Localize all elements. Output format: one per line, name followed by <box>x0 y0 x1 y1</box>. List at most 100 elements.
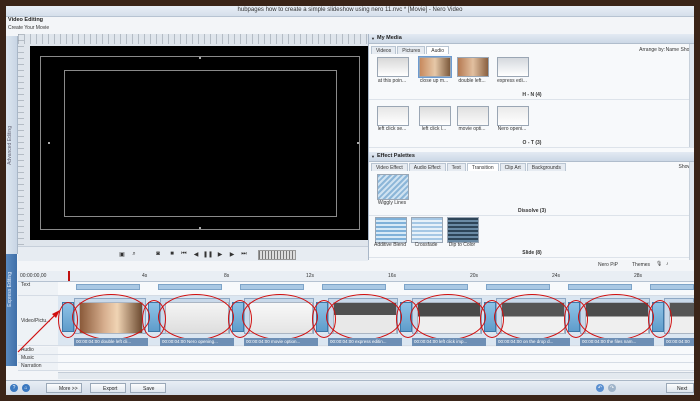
play-icon[interactable]: ▶ <box>216 250 224 258</box>
clip-label[interactable]: 00:00:04:00 double left cli... <box>74 338 148 346</box>
arrange-by-label: Arrange by: <box>639 47 665 53</box>
timeline-ruler[interactable]: 00:00:00,00 4s 8s 12s 16s 20s 24s 28s <box>18 271 694 282</box>
tab-audio-effect[interactable]: Audio Effect <box>408 163 446 171</box>
preview-screen[interactable] <box>30 46 370 240</box>
timecode: 00:00:00,00 <box>20 273 47 279</box>
audio-track[interactable] <box>58 347 694 355</box>
undo-icon[interactable]: ↶ <box>596 384 604 392</box>
save-button[interactable]: Save <box>130 383 166 393</box>
tab-clip-art[interactable]: Clip Art <box>499 163 526 171</box>
clip-label[interactable]: 00:00:04:00 Nero opening... <box>160 338 234 346</box>
right-panel: ▼ My Media Videos Pictures Audio Arrange… <box>368 34 694 260</box>
thumb-caption: left click se... <box>377 126 407 132</box>
nero-pip-button[interactable]: Nero PiP <box>598 262 618 268</box>
group-header[interactable]: Slide (8) <box>369 250 694 258</box>
prev-frame-icon[interactable]: ⏮ <box>180 250 188 258</box>
volume-icon[interactable]: ♪ <box>666 261 669 267</box>
export-button[interactable]: Export <box>90 383 126 393</box>
my-media-header[interactable]: ▼ My Media <box>369 34 694 44</box>
media-thumbnail[interactable] <box>457 106 489 126</box>
text-clip[interactable] <box>158 284 222 290</box>
advanced-editing-tab[interactable]: Advanced Editing <box>6 36 18 254</box>
home-icon[interactable]: ⌂ <box>22 384 30 392</box>
forward-icon[interactable]: ▶ <box>228 250 236 258</box>
more-button[interactable]: More >> <box>46 383 82 393</box>
tab-text[interactable]: Text <box>446 163 466 171</box>
media-scrollbar[interactable] <box>689 44 694 147</box>
media-tabs: Videos Pictures Audio <box>371 46 450 54</box>
resize-handle[interactable] <box>199 57 201 59</box>
tab-transition[interactable]: Transition <box>466 163 499 171</box>
effects-scrollbar[interactable] <box>689 162 694 260</box>
text-clip[interactable] <box>568 284 632 290</box>
tab-videos[interactable]: Videos <box>371 46 397 54</box>
effect-palettes-header[interactable]: ▼ Effect Palettes <box>369 152 694 162</box>
clip-label[interactable]: 00:00:04:00 <box>664 338 694 346</box>
text-clip[interactable] <box>486 284 550 290</box>
redo-icon[interactable]: ↷ <box>608 384 616 392</box>
jog-shuttle[interactable] <box>258 250 296 260</box>
collapse-icon[interactable]: ▼ <box>371 154 375 159</box>
narration-track[interactable] <box>58 363 694 371</box>
media-thumbnail[interactable] <box>457 57 489 77</box>
window-title: hubpages how to create a simple slidesho… <box>237 7 463 13</box>
next-button[interactable]: Next <box>666 383 694 393</box>
ruler-label: 24s <box>552 273 561 279</box>
music-track[interactable] <box>58 355 694 363</box>
group-header[interactable]: Dissolve (3) <box>369 208 694 216</box>
playhead-marker[interactable] <box>68 271 70 281</box>
clip-label[interactable]: 00:00:04:00 express editin... <box>328 338 402 346</box>
media-thumbnail[interactable] <box>497 106 529 126</box>
clip-label[interactable]: 00:00:04:00 left click imp... <box>412 338 486 346</box>
microphone-icon[interactable]: 🎙 <box>656 261 662 267</box>
menu-video-editing[interactable]: Video Editing <box>6 17 208 25</box>
pause-icon[interactable]: ❚❚ <box>203 250 213 258</box>
text-clip[interactable] <box>404 284 468 290</box>
transition-thumbnail[interactable] <box>411 217 443 243</box>
sub-toolbar: Nero PiP Themes 🎙 ♪ <box>566 261 694 270</box>
clip-label[interactable]: 00:00:04:00 on the drop d... <box>496 338 570 346</box>
media-thumbnail[interactable] <box>377 57 409 77</box>
zoom-icon[interactable]: ⌕ <box>130 250 138 258</box>
text-clip[interactable] <box>76 284 140 290</box>
arrange-by-select[interactable]: Name <box>666 47 679 53</box>
resize-handle[interactable] <box>199 227 201 229</box>
clip-label[interactable]: 00:00:04:00 movie option... <box>244 338 318 346</box>
resize-handle[interactable] <box>48 142 50 144</box>
text-clip[interactable] <box>650 284 694 290</box>
thumb-caption: express edi... <box>497 78 527 84</box>
text-clip[interactable] <box>322 284 386 290</box>
track-label-music: Music <box>18 355 58 363</box>
group-header[interactable]: O - T (3) <box>369 140 694 148</box>
track-label-text: Text <box>18 282 58 296</box>
media-thumbnail[interactable] <box>419 106 451 126</box>
rewind-icon[interactable]: ◀ <box>192 250 200 258</box>
resize-handle[interactable] <box>357 142 359 144</box>
media-thumbnail[interactable] <box>497 57 529 77</box>
timeline-scrollbar[interactable] <box>58 372 694 379</box>
thumb-caption: Nero openi... <box>497 126 527 132</box>
thumb-caption: double left... <box>458 78 486 84</box>
snapshot-icon[interactable]: ◙ <box>154 250 162 258</box>
group-header[interactable]: H - N (4) <box>369 92 694 100</box>
stop-icon[interactable]: ■ <box>168 250 176 258</box>
tab-backgrounds[interactable]: Backgrounds <box>526 163 566 171</box>
tab-audio[interactable]: Audio <box>426 46 450 54</box>
transition-thumbnail[interactable] <box>447 217 479 243</box>
text-track[interactable] <box>58 282 694 296</box>
text-clip[interactable] <box>240 284 304 290</box>
next-frame-icon[interactable]: ⏭ <box>240 250 248 258</box>
collapse-icon[interactable]: ▼ <box>371 36 375 41</box>
tab-pictures[interactable]: Pictures <box>397 46 426 54</box>
transition-thumbnail[interactable] <box>377 174 409 200</box>
help-icon[interactable]: ? <box>10 384 18 392</box>
monitor-icon[interactable]: ▣ <box>118 250 126 258</box>
transition-thumbnail[interactable] <box>375 217 407 243</box>
media-thumbnail[interactable] <box>418 56 452 78</box>
themes-button[interactable]: Themes <box>632 262 650 268</box>
effect-caption: Wiggly Lines <box>377 200 407 206</box>
clip-label[interactable]: 00:00:04:00 the files nam... <box>580 338 654 346</box>
tab-video-effect[interactable]: Video Effect <box>371 163 408 171</box>
media-thumbnail[interactable] <box>377 106 409 126</box>
ruler-label: 28s <box>634 273 643 279</box>
